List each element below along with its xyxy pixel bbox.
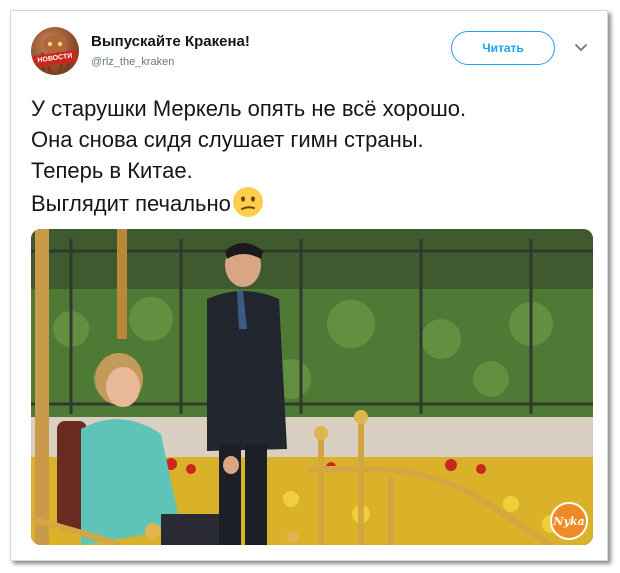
follow-button[interactable]: Читать xyxy=(451,31,555,65)
author-avatar[interactable]: НОВОСТИ xyxy=(31,27,79,75)
author-name[interactable]: Выпускайте Кракена! xyxy=(91,33,250,50)
tweet-line: Выглядит печально xyxy=(31,191,231,216)
photo-illustration xyxy=(31,229,593,545)
tweet-line: У старушки Меркель опять не всё хорошо. xyxy=(31,96,467,121)
tweet-text: У старушки Меркель опять не всё хорошо. … xyxy=(31,93,591,219)
author-handle[interactable]: @rlz_the_kraken xyxy=(91,56,174,68)
watermark-logo: Nyka xyxy=(550,502,588,540)
confused-face-emoji-icon xyxy=(232,187,263,217)
tweet-photo[interactable] xyxy=(31,229,593,545)
chevron-down-icon[interactable] xyxy=(574,41,588,55)
tweet-line: Теперь в Китае. xyxy=(31,158,193,183)
tweet-line: Она снова сидя слушает гимн страны. xyxy=(31,127,424,152)
tweet-line-last: Выглядит печально xyxy=(31,186,591,219)
tweet-card: НОВОСТИ Выпускайте Кракена! @rlz_the_kra… xyxy=(10,10,608,561)
